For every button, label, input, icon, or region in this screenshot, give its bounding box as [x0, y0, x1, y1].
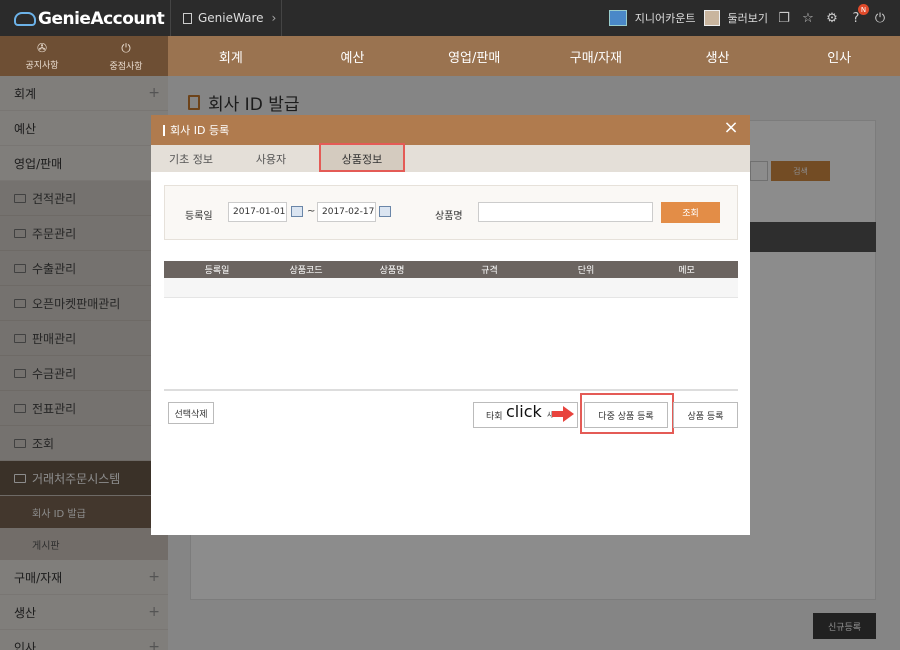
gear-icon[interactable]: ⚙	[824, 10, 840, 26]
main-menu: 회계 예산 영업/판매 구매/자재 생산 인사	[170, 36, 900, 76]
column-header: 규격	[481, 266, 498, 276]
title-bar-icon	[163, 124, 165, 136]
menu-production[interactable]: 생산	[657, 36, 779, 76]
date-label: 등록일	[185, 211, 213, 222]
product-name-label: 상품명	[435, 211, 463, 222]
menu-sales[interactable]: 영업/판매	[413, 36, 535, 76]
tab-basic-info[interactable]: 기초 정보	[151, 145, 231, 172]
table-header: 등록일 상품코드 상품명 규격 단위 메모	[164, 261, 738, 278]
query-button[interactable]: 조회	[661, 202, 720, 223]
logo-text: GenieAccount	[38, 9, 165, 29]
notice-label: 공지사항	[25, 61, 59, 71]
table-row[interactable]	[164, 278, 738, 298]
power-circle-icon: ⏻	[121, 40, 131, 55]
button-highlight-box	[580, 393, 674, 434]
power-icon[interactable]: ⏻	[872, 10, 888, 26]
cloud-icon	[14, 12, 36, 26]
menu-budget[interactable]: 예산	[292, 36, 414, 76]
important-label: 중점사항	[109, 61, 143, 72]
notice-button[interactable]: ✇ 공지사항	[0, 36, 84, 76]
chevron-right-icon: ›	[271, 11, 277, 25]
app-selector-label: GenieWare	[198, 11, 264, 25]
tab-highlight-box	[319, 143, 405, 172]
menu-purchase[interactable]: 구매/자재	[535, 36, 657, 76]
column-header: 등록일	[204, 266, 230, 276]
notification-badge: N	[858, 4, 869, 15]
column-header: 상품명	[379, 266, 405, 276]
modal-dialog: 회사 ID 등록 × 기초 정보 사용자 상품정보	[151, 115, 750, 535]
date-to-input[interactable]: 2017-02-17	[317, 202, 376, 222]
account-icon[interactable]	[608, 10, 627, 26]
modal-header: 회사 ID 등록	[151, 115, 750, 145]
close-icon[interactable]: ×	[722, 119, 740, 138]
avatar[interactable]	[703, 10, 720, 26]
window-icon[interactable]: ❐	[776, 10, 792, 26]
arrow-right-icon	[552, 406, 574, 422]
logo[interactable]: GenieAccount	[14, 8, 165, 30]
megaphone-icon: ✇	[36, 41, 48, 55]
tab-users[interactable]: 사용자	[231, 145, 311, 172]
table-divider	[164, 389, 738, 391]
column-header: 메모	[678, 266, 695, 276]
menu-hr[interactable]: 인사	[778, 36, 900, 76]
top-right-tools: 지니어카운트 둘러보기 ❐ ☆ ⚙ ? N ⏻	[608, 0, 888, 36]
user-label[interactable]: 둘러보기	[728, 10, 768, 26]
important-button[interactable]: ⏻ 중점사항	[84, 36, 168, 76]
column-header: 단위	[577, 266, 595, 276]
help-icon[interactable]: ? N	[848, 4, 869, 26]
delete-selected-button[interactable]: 선택삭제	[168, 402, 214, 424]
modal-tabs: 기초 정보 사용자 상품정보	[151, 145, 750, 172]
quick-links: ✇ 공지사항 ⏻ 중점사항	[0, 36, 168, 76]
app-selector[interactable]: GenieWare ›	[170, 0, 282, 36]
product-register-button[interactable]: 상품 등록	[673, 402, 738, 428]
other-company-label: 타회	[486, 411, 503, 422]
calendar-icon[interactable]	[379, 206, 391, 217]
menu-accounting[interactable]: 회계	[170, 36, 292, 76]
product-name-input[interactable]	[478, 202, 653, 222]
click-annotation: click	[506, 402, 542, 421]
date-from-input[interactable]: 2017-01-01	[228, 202, 287, 222]
star-icon[interactable]: ☆	[800, 10, 816, 26]
account-label[interactable]: 지니어카운트	[635, 10, 696, 26]
modal-title: 회사 ID 등록	[170, 124, 230, 137]
calendar-icon[interactable]	[291, 206, 303, 217]
column-header: 상품코드	[289, 266, 323, 276]
document-icon	[183, 12, 192, 24]
date-range-tilde: ~	[307, 206, 316, 217]
